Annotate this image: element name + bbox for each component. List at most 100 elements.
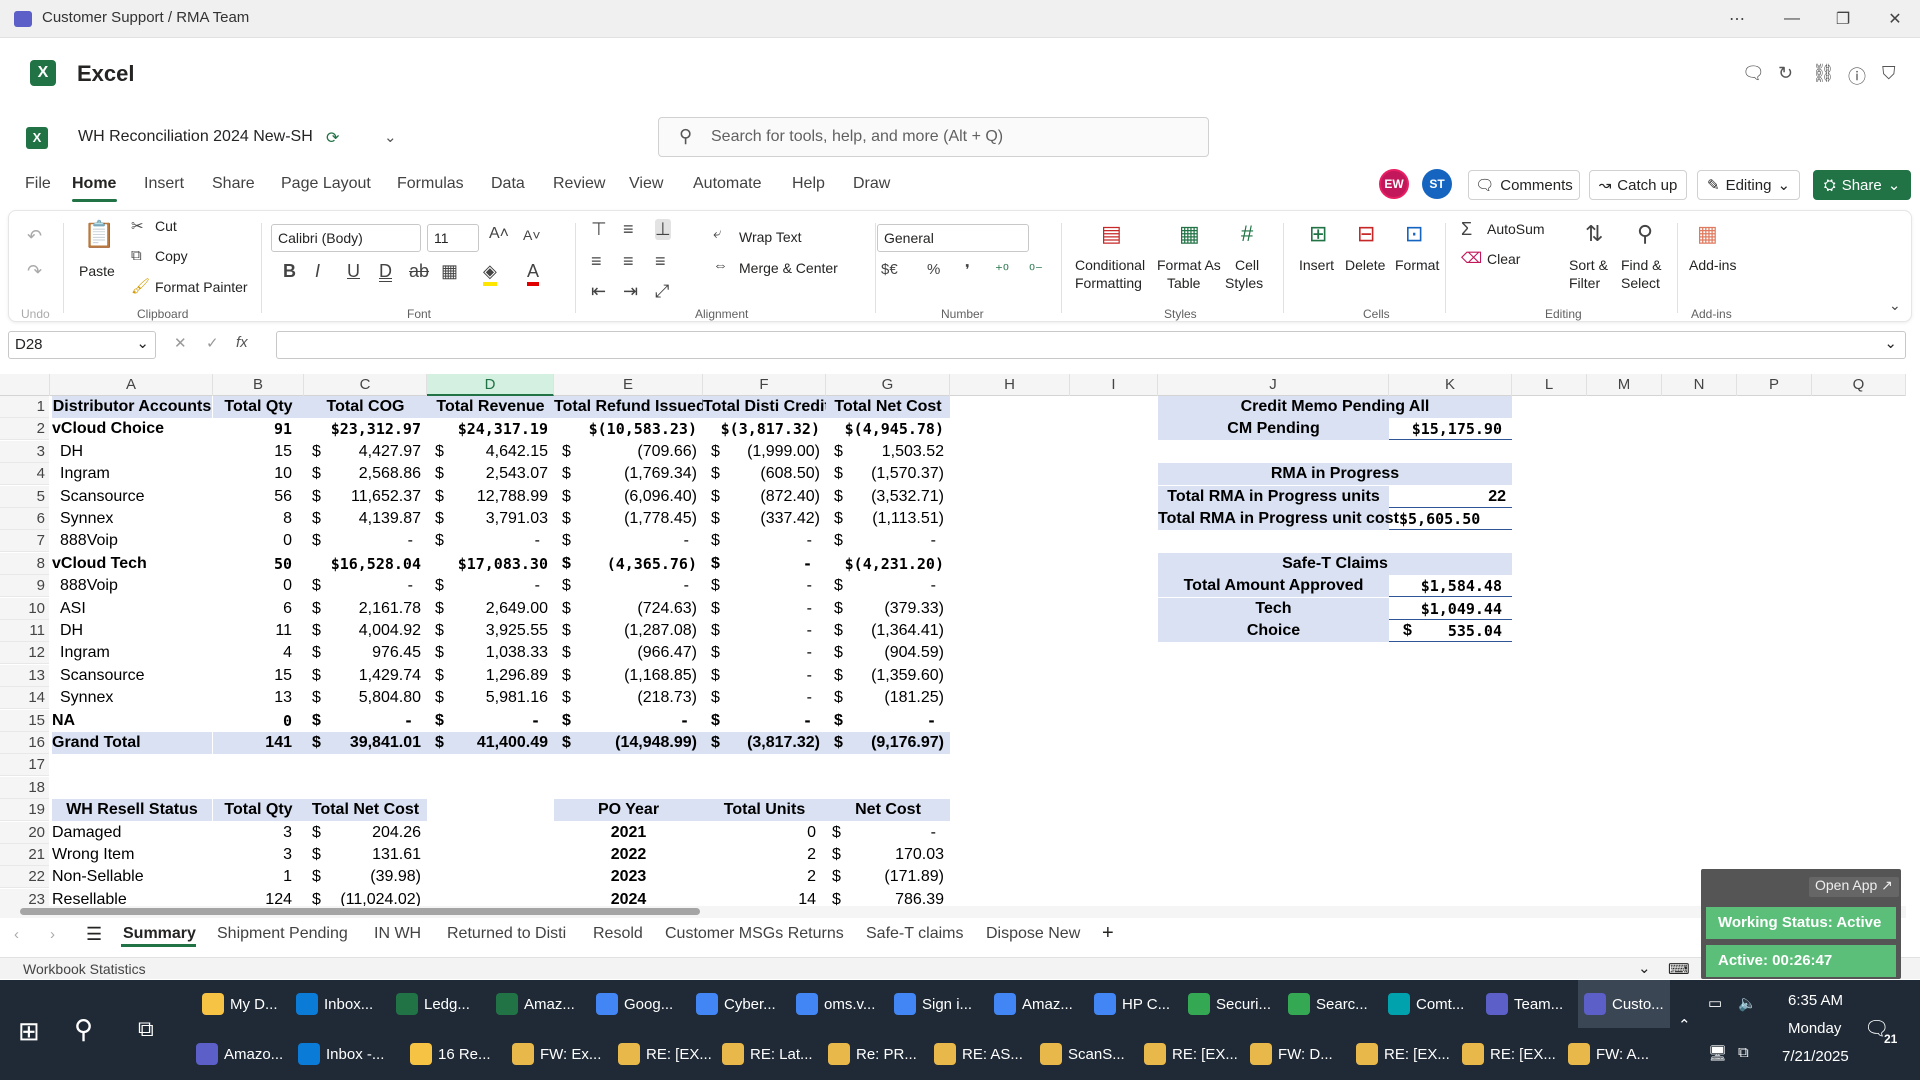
grow-font-icon[interactable]: A˄ xyxy=(489,225,509,243)
account-name[interactable]: NA xyxy=(52,710,212,732)
font-name-select[interactable]: Calibri (Body) xyxy=(271,224,421,252)
money-value[interactable]: (1,778.45) xyxy=(554,508,703,530)
money-value[interactable]: $(3,817.32) xyxy=(703,418,826,440)
taskbar-app[interactable]: Team... xyxy=(1480,980,1569,1028)
sheet-tab[interactable]: IN WH xyxy=(374,925,421,943)
money-value[interactable]: 12,788.99 xyxy=(427,486,554,508)
find-select-button[interactable]: Find & xyxy=(1621,257,1661,273)
copy-button[interactable]: Copy xyxy=(155,248,188,264)
row-header[interactable]: 18 xyxy=(0,776,49,799)
po-units[interactable]: 2 xyxy=(703,866,826,888)
row-header[interactable]: 3 xyxy=(0,440,49,463)
sheet-tab-summary[interactable]: Summary xyxy=(123,925,196,943)
resell-status[interactable]: Damaged xyxy=(52,822,212,844)
money-value[interactable]: $16,528.04 xyxy=(304,553,427,575)
money-value[interactable]: 2,161.78 xyxy=(304,598,427,620)
money-value[interactable]: (1,769.34) xyxy=(554,463,703,485)
money-value[interactable]: $24,317.19 xyxy=(427,418,554,440)
all-sheets-icon[interactable]: ☰ xyxy=(86,924,102,945)
menu-page-layout[interactable]: Page Layout xyxy=(281,175,371,193)
row-header[interactable]: 13 xyxy=(0,664,49,687)
money-value[interactable]: (14,948.99) xyxy=(554,732,703,754)
align-middle-icon[interactable]: ≡ xyxy=(623,219,634,240)
money-value[interactable]: (3,817.32) xyxy=(703,732,826,754)
money-value[interactable]: 4,642.15 xyxy=(427,441,554,463)
money-value[interactable]: 41,400.49 xyxy=(427,732,554,754)
taskbar-window[interactable]: Re: PR... xyxy=(828,1032,917,1076)
column-header[interactable]: D xyxy=(427,374,554,396)
rma-units-label[interactable]: Total RMA in Progress units xyxy=(1158,485,1389,508)
comma-icon[interactable]: ❜ xyxy=(965,261,970,279)
column-header[interactable]: E xyxy=(554,374,703,396)
resell-qty[interactable]: 3 xyxy=(213,822,304,844)
decrease-decimal-icon[interactable]: ⁰⁻ xyxy=(1029,261,1043,279)
money-value[interactable]: $23,312.97 xyxy=(304,418,427,440)
row-header[interactable]: 17 xyxy=(0,754,49,777)
account-name[interactable]: 888Voip xyxy=(52,575,212,597)
refresh-icon[interactable]: ↻ xyxy=(1778,63,1793,84)
money-value[interactable]: 11,652.37 xyxy=(304,486,427,508)
taskbar-window[interactable]: Inbox -... xyxy=(298,1032,384,1076)
taskbar-app[interactable]: Cyber... xyxy=(690,980,782,1028)
qty-value[interactable]: 13 xyxy=(213,687,304,709)
table-header[interactable]: Total Net Cost xyxy=(826,396,950,418)
workbook-statistics[interactable]: Workbook Statistics xyxy=(23,961,146,977)
money-value[interactable]: (1,113.51) xyxy=(826,508,950,530)
money-value[interactable]: 3,791.03 xyxy=(427,508,554,530)
prev-sheet-icon[interactable]: ‹ xyxy=(14,926,19,943)
money-value[interactable]: (1,168.85) xyxy=(554,665,703,687)
row-header[interactable]: 16 xyxy=(0,732,49,754)
money-value[interactable]: - xyxy=(304,710,427,732)
account-name[interactable]: Scansource xyxy=(52,486,212,508)
qty-value[interactable]: 141 xyxy=(213,732,304,754)
safet-title[interactable]: Safe-T Claims xyxy=(1158,552,1512,575)
maximize-button[interactable]: ❐ xyxy=(1818,0,1868,38)
taskbar-app[interactable]: Goog... xyxy=(590,980,679,1028)
avatar[interactable]: ST xyxy=(1422,169,1452,199)
money-value[interactable]: 39,841.01 xyxy=(304,732,427,754)
network-icon[interactable]: 🖥 xyxy=(1708,1044,1727,1062)
column-header[interactable]: I xyxy=(1070,374,1158,396)
safet-label[interactable]: Choice xyxy=(1158,620,1389,642)
sheet-tab[interactable]: Returned to Disti xyxy=(447,925,566,943)
po-units[interactable]: 14 xyxy=(703,889,826,906)
qty-value[interactable]: 50 xyxy=(213,553,304,575)
account-name[interactable]: Scansource xyxy=(52,665,212,687)
taskbar-window[interactable]: RE: [EX... xyxy=(1462,1032,1556,1076)
resell-qty[interactable]: 124 xyxy=(213,889,304,906)
money-value[interactable]: - xyxy=(703,710,826,732)
money-value[interactable]: - xyxy=(703,642,826,664)
table-header[interactable]: Total Units xyxy=(703,799,826,822)
account-name[interactable]: Synnex xyxy=(52,508,212,530)
font-color-icon[interactable]: A xyxy=(527,261,540,286)
qty-value[interactable]: 15 xyxy=(213,665,304,687)
row-header[interactable]: 7 xyxy=(0,530,49,553)
format-as-table-button[interactable]: Format As xyxy=(1157,257,1221,273)
insert-cells-button[interactable]: Insert xyxy=(1299,257,1334,273)
money-value[interactable]: 2,568.86 xyxy=(304,463,427,485)
menu-share[interactable]: Share xyxy=(212,175,255,193)
table-header[interactable]: Total Refund Issued xyxy=(554,396,706,418)
qty-value[interactable]: 4 xyxy=(213,642,304,664)
credit-memo-label[interactable]: CM Pending xyxy=(1158,418,1389,441)
row-header[interactable]: 1 xyxy=(0,396,49,418)
volume-icon[interactable]: 🔈 xyxy=(1738,994,1757,1012)
money-value[interactable]: - xyxy=(427,710,554,732)
align-bottom-icon[interactable]: ⊥ xyxy=(655,219,671,240)
column-header[interactable]: H xyxy=(950,374,1070,396)
addins-button[interactable]: Add-ins xyxy=(1689,257,1736,273)
taskbar-window[interactable]: FW: D... xyxy=(1250,1032,1333,1076)
money-value[interactable]: 5,981.16 xyxy=(427,687,554,709)
safet-label[interactable]: Tech xyxy=(1158,597,1389,620)
menu-automate[interactable]: Automate xyxy=(693,175,761,193)
table-header[interactable]: Total Qty xyxy=(213,799,304,822)
money-value[interactable]: (608.50) xyxy=(703,463,826,485)
money-value[interactable]: (966.47) xyxy=(554,642,703,664)
money-value[interactable]: (904.59) xyxy=(826,642,950,664)
taskbar-app[interactable]: Securi... xyxy=(1182,980,1277,1028)
row-header[interactable]: 12 xyxy=(0,642,49,665)
align-right-icon[interactable]: ≡ xyxy=(655,251,666,272)
undo-icon[interactable]: ↶ xyxy=(27,226,42,247)
sheet-tab[interactable]: Shipment Pending xyxy=(217,925,348,943)
insert-function-icon[interactable]: fx xyxy=(236,334,248,351)
